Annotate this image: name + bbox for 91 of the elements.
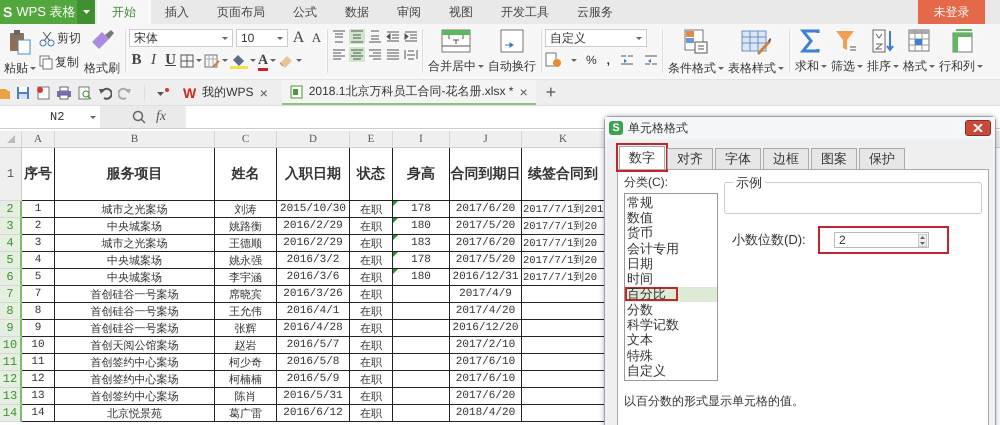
header-cell: 序号: [22, 148, 55, 201]
header-cell: 身高: [393, 148, 450, 201]
table-cell: 2016/4/1: [277, 303, 350, 320]
table-cell: 王德顺: [215, 235, 277, 252]
table-cell: 1: [22, 201, 55, 218]
table-cell: 2: [22, 218, 55, 235]
table-cell: 2017/2/10: [450, 337, 522, 354]
table-cell: 11: [22, 354, 55, 371]
table-cell: 2018/4/20: [450, 405, 522, 422]
table-cell: 中央城案场: [55, 218, 215, 235]
dialog-title: 单元格格式: [628, 120, 688, 136]
header-cell: 状态: [350, 148, 393, 201]
table-cell: 2016/5/8: [277, 354, 350, 371]
table-cell: 柯楠楠: [215, 371, 277, 388]
table-cell: 首创天阅公馆案场: [55, 337, 215, 354]
table-cell: 14: [22, 405, 55, 422]
table-cell: 在职: [350, 286, 393, 303]
header-cell: 入职日期: [277, 148, 350, 201]
header-cell: 姓名: [215, 148, 277, 201]
table-cell: 2016/12/20: [450, 320, 522, 337]
table-cell: 2016/5/7: [277, 337, 350, 354]
table-cell: 陈肖: [215, 388, 277, 405]
table-cell: 赵岩: [215, 337, 277, 354]
table-cell: 在职: [350, 388, 393, 405]
table-cell: 在职: [350, 371, 393, 388]
table-cell: 在职: [350, 235, 393, 252]
decimal-places-label: 小数位数(D):: [732, 231, 807, 249]
table-cell: 2016/5/9: [277, 371, 350, 388]
table-cell: 2016/3/6: [277, 269, 350, 286]
table-cell: 2016/2/29: [277, 235, 350, 252]
table-cell: 13: [22, 388, 55, 405]
table-cell: 3: [22, 235, 55, 252]
table-cell: 2016/3/2: [277, 252, 350, 269]
table-cell: 10: [22, 337, 55, 354]
table-cell: 2016/4/28: [277, 320, 350, 337]
category-label: 分类(C):: [624, 174, 669, 191]
table-cell: 在职: [350, 354, 393, 371]
table-cell: 首创硅谷一号案场: [55, 303, 215, 320]
header-cell: 合同到期日: [450, 148, 522, 201]
table-cell: 4: [22, 252, 55, 269]
table-cell: 首创硅谷一号案场: [55, 286, 215, 303]
table-cell: 刘涛: [215, 201, 277, 218]
table-cell: 在职: [350, 303, 393, 320]
table-cell: 2017/5/20: [450, 218, 522, 235]
table-cell: 2015/10/30: [277, 201, 350, 218]
table-cell: 2017/5/20: [450, 252, 522, 269]
table-cell: 2017/4/9: [450, 286, 522, 303]
table-cell: 姚永强: [215, 252, 277, 269]
table-cell: 2016/6/12: [277, 405, 350, 422]
table-cell: 12: [22, 371, 55, 388]
table-cell: 首创硅谷一号案场: [55, 320, 215, 337]
table-cell: 席晓宾: [215, 286, 277, 303]
table-cell: 王允伟: [215, 303, 277, 320]
app-icon: S: [609, 121, 623, 135]
table-cell: 中央城案场: [55, 269, 215, 286]
table-cell: 2017/6/20: [450, 388, 522, 405]
table-cell: 张辉: [215, 320, 277, 337]
table-cell: 2016/2/29: [277, 218, 350, 235]
table-cell: 城市之光案场: [55, 235, 215, 252]
table-cell: 8: [22, 303, 55, 320]
table-cell: 2016/12/31: [450, 269, 522, 286]
table-cell: 李宇涵: [215, 269, 277, 286]
table-cell: 北京悦景苑: [55, 405, 215, 422]
table-cell: 2017/6/10: [450, 354, 522, 371]
table-cell: 中央城案场: [55, 252, 215, 269]
table-cell: 首创签约中心案场: [55, 388, 215, 405]
table-cell: 在职: [350, 405, 393, 422]
table-cell: 2017/6/10: [450, 371, 522, 388]
table-cell: 城市之光案场: [55, 201, 215, 218]
table-cell: 在职: [350, 337, 393, 354]
table-cell: 柯少奇: [215, 354, 277, 371]
table-cell: 葛广雷: [215, 405, 277, 422]
table-cell: 2017/6/20: [450, 201, 522, 218]
table-cell: 5: [22, 269, 55, 286]
table-cell: 2017/4/20: [450, 303, 522, 320]
table-cell: 姚路衡: [215, 218, 277, 235]
table-cell: 在职: [350, 320, 393, 337]
table-cell: 7: [22, 286, 55, 303]
table-cell: 2016/3/26: [277, 286, 350, 303]
table-cell: 2017/6/20: [450, 235, 522, 252]
table-cell: 2016/5/31: [277, 388, 350, 405]
table-cell: 在职: [350, 269, 393, 286]
table-cell: 首创签约中心案场: [55, 354, 215, 371]
table-cell: 9: [22, 320, 55, 337]
table-cell: 在职: [350, 201, 393, 218]
table-cell: 在职: [350, 252, 393, 269]
description-text: 以百分数的形式显示单元格的值。: [624, 393, 805, 410]
table-cell: 在职: [350, 218, 393, 235]
header-cell: 服务项目: [55, 148, 215, 201]
table-cell: 首创签约中心案场: [55, 371, 215, 388]
sample-label: 示例: [733, 174, 765, 192]
